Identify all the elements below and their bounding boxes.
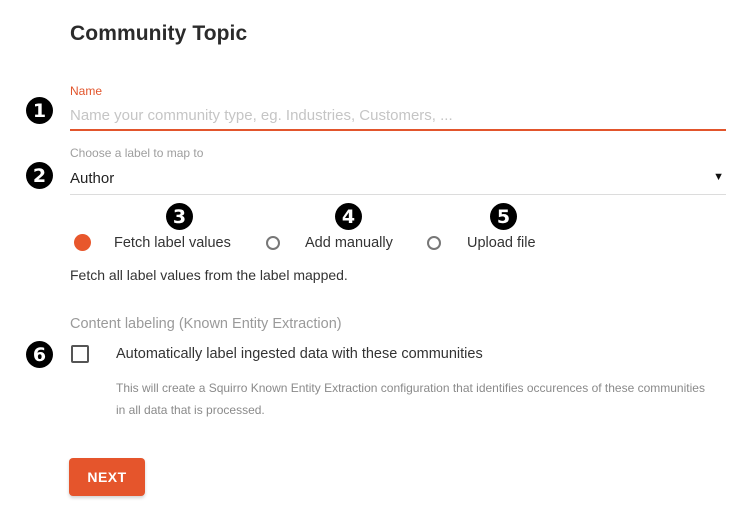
label-select[interactable]: Author ▼ <box>70 166 726 195</box>
callout-marker-6: 6 <box>26 341 53 368</box>
radio-label: Add manually <box>305 235 393 251</box>
radio-unselected-icon <box>266 236 280 250</box>
callout-marker-2: 2 <box>26 162 53 189</box>
dropdown-arrow-icon: ▼ <box>713 171 724 183</box>
values-source-description: Fetch all label values from the label ma… <box>70 267 348 283</box>
label-select-caption: Choose a label to map to <box>70 146 204 160</box>
radio-upload-file[interactable]: Upload file <box>427 235 536 251</box>
name-input[interactable] <box>70 101 726 131</box>
callout-marker-3: 3 <box>166 203 193 230</box>
next-button[interactable]: NEXT <box>69 458 145 496</box>
page-title: Community Topic <box>70 22 248 45</box>
radio-unselected-icon <box>427 236 441 250</box>
callout-marker-1: 1 <box>26 97 53 124</box>
callout-marker-5: 5 <box>490 203 517 230</box>
content-labeling-heading: Content labeling (Known Entity Extractio… <box>70 316 342 332</box>
label-select-value: Author <box>70 170 115 187</box>
radio-fetch-label-values[interactable]: Fetch label values <box>74 234 231 251</box>
name-field-label: Name <box>70 84 103 98</box>
callout-marker-4: 4 <box>335 203 362 230</box>
auto-label-checkbox-label: Automatically label ingested data with t… <box>116 346 483 362</box>
radio-add-manually[interactable]: Add manually <box>266 235 393 251</box>
radio-selected-icon <box>74 234 91 251</box>
auto-label-help-text: This will create a Squirro Known Entity … <box>116 381 705 417</box>
auto-label-checkbox[interactable] <box>71 345 89 363</box>
radio-label: Fetch label values <box>114 234 231 251</box>
radio-label: Upload file <box>467 235 536 251</box>
